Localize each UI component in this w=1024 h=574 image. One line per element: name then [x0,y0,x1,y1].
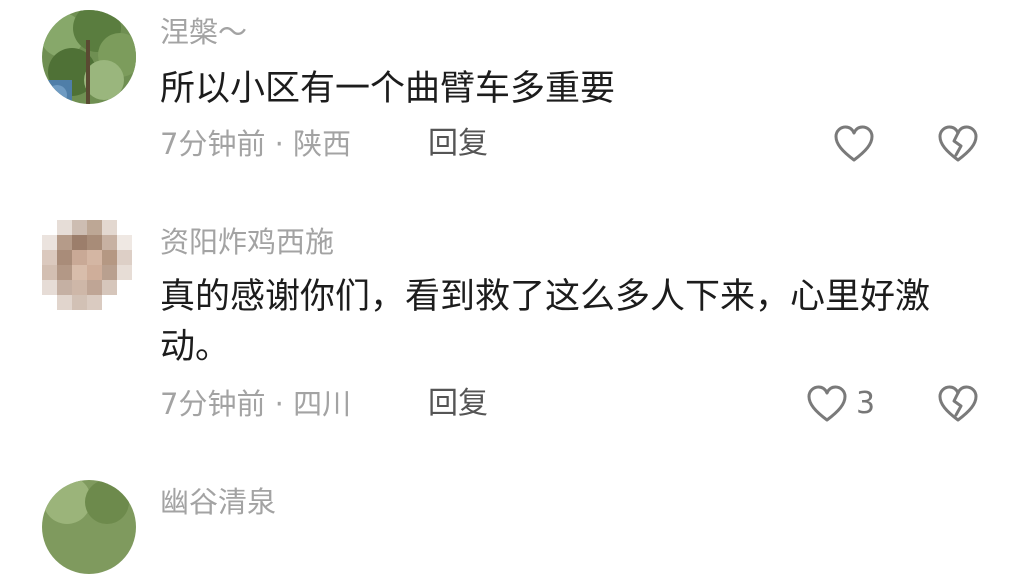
comment-username[interactable]: 资阳炸鸡西施 [160,224,334,260]
broken-heart-icon[interactable] [937,384,979,424]
comment-username[interactable]: 涅槃～ [160,14,247,50]
avatar[interactable] [42,480,136,574]
heart-outline-icon[interactable] [833,124,875,164]
comment-username[interactable]: 幽谷清泉 [160,484,276,520]
like-count: 3 [856,386,876,421]
comment-text: 真的感谢你们，看到救了这么多人下来，心里好激动。 [160,277,931,367]
heart-outline-icon[interactable] [806,384,848,424]
comment-time-location: 7分钟前 · 陕西 [160,127,352,161]
comment-item: 资阳炸鸡西施 真的感谢你们，看到救了这么多人下来，心里好激动。 7分钟前 · 四… [0,200,1024,450]
comment-text: 所以小区有一个曲臂车多重要 [160,69,616,109]
avatar[interactable] [42,220,132,310]
comment-item: 幽谷清泉 [0,450,1024,574]
comment-time-location: 7分钟前 · 四川 [160,387,352,421]
broken-heart-icon[interactable] [937,124,979,164]
reply-button[interactable]: 回复 [428,386,488,422]
comment-item: 涅槃～ 所以小区有一个曲臂车多重要 7分钟前 · 陕西 回复 [0,0,1024,200]
avatar[interactable] [42,10,136,104]
reply-button[interactable]: 回复 [428,126,488,162]
